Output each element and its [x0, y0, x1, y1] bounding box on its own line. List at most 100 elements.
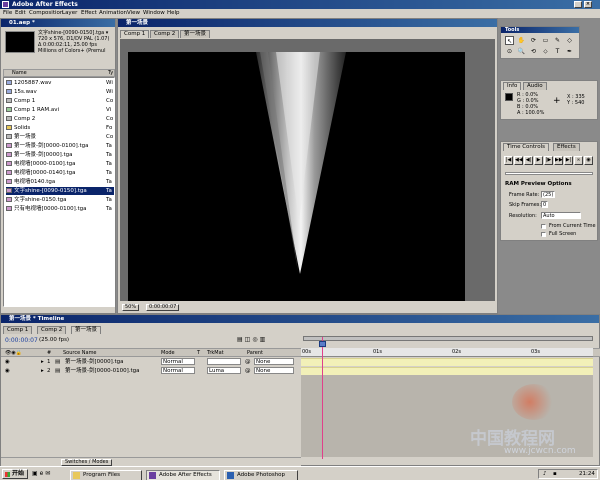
timeline-timecode[interactable]: 0:00:00:07 [5, 337, 38, 344]
timeline-tab-scene1[interactable]: 第一场景 [71, 326, 102, 334]
project-list-item[interactable]: 电视墙[0000-0140].tga Ta [6, 169, 114, 177]
rewind-icon[interactable]: ◀◀ [514, 156, 523, 165]
column-name[interactable]: Name [12, 70, 27, 76]
pan-behind-icon[interactable]: ⟲ [529, 47, 538, 56]
last-frame-icon[interactable]: ▶| [564, 156, 573, 165]
next-frame-icon[interactable]: |▶ [544, 156, 553, 165]
comp-tab-comp2[interactable]: Comp 2 [150, 30, 180, 38]
menu-help[interactable]: Help [167, 9, 180, 18]
layer-mode-select[interactable]: Normal [161, 358, 195, 365]
header-source[interactable]: Source Name [63, 349, 97, 357]
time-controls-tab[interactable]: Time Controls [503, 143, 549, 151]
menu-layer[interactable]: Layer [62, 9, 77, 18]
project-list-item[interactable]: 第一场景 Co [6, 133, 114, 141]
taskbar-program-files[interactable]: Program Files [70, 470, 142, 480]
project-list-item[interactable]: Comp 2 Co [6, 115, 114, 123]
current-time-indicator[interactable] [322, 337, 323, 459]
audio-tab[interactable]: Audio [523, 82, 547, 90]
pencil-tool-icon[interactable]: ✒ [565, 47, 574, 56]
comp-tab-comp1[interactable]: Comp 1 [120, 30, 150, 38]
ie-icon[interactable]: e [40, 470, 44, 477]
work-area-bar[interactable] [303, 336, 593, 341]
comp-timecode[interactable]: 0:00:00:07 [146, 304, 180, 311]
close-button[interactable]: × [584, 1, 592, 8]
frame-blend-icon[interactable]: ▥ [260, 336, 268, 343]
fast-forward-icon[interactable]: ▶▶ [554, 156, 563, 165]
motion-blur-icon[interactable]: ◎ [252, 336, 259, 343]
project-list-item[interactable]: 电视墙0140.tga Ta [6, 178, 114, 186]
menu-file[interactable]: File [3, 9, 12, 18]
layer-parent-select[interactable]: None [254, 358, 294, 365]
current-time-handle[interactable] [319, 341, 326, 347]
project-list-item[interactable]: 15s.wav Wi [6, 88, 114, 96]
layer-name[interactable]: 第一场景-剑[0000-0100].tga [65, 367, 140, 375]
layer-trkmat-select[interactable]: Luma [207, 367, 241, 374]
hand-tool-icon[interactable]: ✋ [517, 36, 526, 45]
skip-frames-input[interactable]: 0 [541, 201, 548, 208]
timeline-tab-comp2[interactable]: Comp 2 [37, 326, 67, 334]
project-list-item[interactable]: Comp 1 Co [6, 97, 114, 105]
timeline-layer-row[interactable]: ◉ ▸ 2 ▤ 第一场景-剑[0000-0100].tga Normal Luma @ None [1, 367, 600, 375]
play-icon[interactable]: ▶ [534, 156, 543, 165]
text-tool-icon[interactable]: T [553, 47, 562, 56]
taskbar-after-effects[interactable]: Adobe After Effects [146, 470, 220, 480]
effects-tab[interactable]: Effects [553, 143, 580, 151]
project-list-item[interactable]: 第一场景-剑[0000].tga Ta [6, 151, 114, 159]
show-desktop-icon[interactable]: ▣ [32, 470, 38, 477]
pen-tool-icon[interactable]: ⬦ [541, 47, 550, 56]
outlook-icon[interactable]: ✉ [45, 470, 50, 477]
layer-visibility-icon[interactable]: ◉ [5, 358, 10, 366]
time-slider-track[interactable] [505, 172, 593, 175]
menu-edit[interactable]: Edit [15, 9, 26, 18]
layer-parent-select[interactable]: None [254, 367, 294, 374]
project-list-item[interactable]: Solids Fo [6, 124, 114, 132]
layer-duration-bar[interactable] [301, 358, 593, 366]
menu-view[interactable]: View [127, 9, 140, 18]
time-ruler[interactable]: 00s 01s 02s 03s [301, 348, 593, 357]
volume-icon[interactable]: ♪ [543, 470, 547, 478]
eraser-tool-icon[interactable]: ◇ [565, 36, 574, 45]
parent-pickwhip-icon[interactable]: @ [245, 367, 251, 375]
timeline-layer-row[interactable]: ◉ ▸ 1 ▤ 第一场景-剑[0000].tga Normal @ None [1, 358, 600, 366]
rotation-tool-icon[interactable]: ⟳ [529, 36, 538, 45]
layer-expand-icon[interactable]: ▸ [41, 367, 44, 375]
project-list-item[interactable]: Comp 1 RAM.avi Vi [6, 106, 114, 114]
network-icon[interactable]: ▪ [553, 470, 557, 478]
menu-composition[interactable]: Composition [29, 9, 63, 18]
column-type[interactable]: Ty [108, 70, 113, 76]
project-list-item[interactable]: 电视墙[0000-0100].tga Ta [6, 160, 114, 168]
project-list-item[interactable]: 文字shine-0150.tga Ta [6, 196, 114, 204]
comp-tab-scene1[interactable]: 第一场景 [180, 30, 211, 38]
menu-effect[interactable]: Effect [81, 9, 97, 18]
orbit-camera-icon[interactable]: ⊙ [505, 47, 514, 56]
menu-window[interactable]: Window [143, 9, 165, 18]
comp-zoom-menu[interactable]: 50% [122, 304, 140, 311]
comp-flowchart-icon[interactable]: ▤ [237, 336, 245, 343]
layer-name[interactable]: 第一场景-剑[0000].tga [65, 358, 124, 366]
start-button[interactable]: 开始 [2, 469, 28, 479]
prev-frame-icon[interactable]: ◀| [524, 156, 533, 165]
mask-tool-icon[interactable]: ▭ [541, 36, 550, 45]
project-list-item[interactable]: 文字shine-[0090-0150].tga Ta [6, 187, 114, 195]
minimize-button[interactable] [574, 1, 582, 8]
switches-modes-button[interactable]: Switches / Modes [61, 459, 113, 466]
menu-animation[interactable]: Animation [99, 9, 127, 18]
first-frame-icon[interactable]: |◀ [504, 156, 513, 165]
layer-mode-select[interactable]: Normal [161, 367, 195, 374]
timeline-tab-comp1[interactable]: Comp 1 [3, 326, 33, 334]
full-screen-checkbox[interactable] [541, 232, 546, 237]
selection-tool-icon[interactable]: ↖ [505, 36, 514, 45]
project-list-item[interactable]: 只有电视墙[0000-0100].tga Ta [6, 205, 114, 213]
zoom-tool-icon[interactable]: 🔍 [517, 47, 526, 56]
info-tab[interactable]: Info [503, 82, 522, 90]
layer-duration-bar[interactable] [301, 367, 593, 375]
ram-preview-icon[interactable]: ◉ [584, 156, 593, 165]
loop-icon[interactable]: ∞ [574, 156, 583, 165]
frame-rate-select[interactable]: (25) [541, 191, 555, 198]
layer-expand-icon[interactable]: ▸ [41, 358, 44, 366]
project-list-item[interactable]: 第一场景-剑[0000-0100].tga Ta [6, 142, 114, 150]
from-current-checkbox[interactable] [541, 224, 546, 229]
taskbar-photoshop[interactable]: Adobe Photoshop [224, 470, 298, 480]
parent-pickwhip-icon[interactable]: @ [245, 358, 251, 366]
layer-trkmat-select[interactable] [207, 358, 241, 365]
